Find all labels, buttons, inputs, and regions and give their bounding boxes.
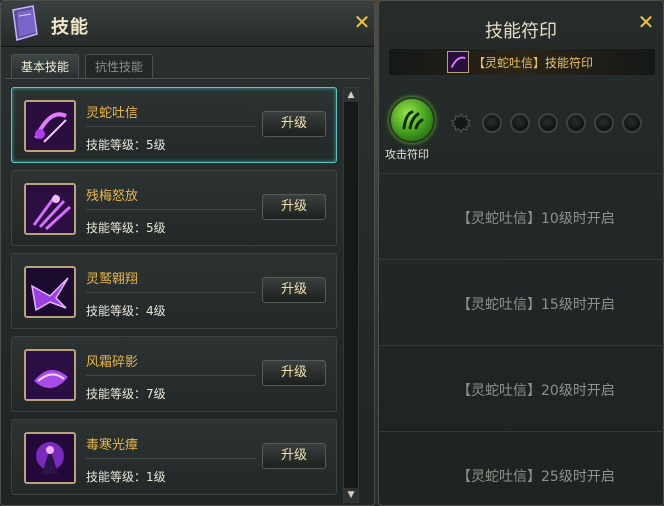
skill-name: 风霜碎影 xyxy=(86,355,139,370)
skill-panel-title: 技能 xyxy=(51,17,89,38)
skill-book-icon xyxy=(12,5,38,41)
close-icon[interactable]: ✕ xyxy=(351,11,373,33)
rune-banner-text: 【灵蛇吐信】技能符印 xyxy=(473,56,594,70)
upgrade-button[interactable]: 升级 xyxy=(262,194,326,220)
locked-rune-row: 【灵蛇吐信】10级时开启 xyxy=(379,173,664,259)
lock-requirement-text: 【灵蛇吐信】25级时开启 xyxy=(457,469,615,485)
skill-item[interactable]: 残梅怒放 技能等级：5级 升级 xyxy=(11,170,337,246)
skill-name: 残梅怒放 xyxy=(86,189,139,204)
skill-name: 灵鹫翱翔 xyxy=(86,272,139,287)
skill-level: 技能等级：5级 xyxy=(86,221,166,235)
skill-panel-header: 技能 ✕ xyxy=(1,1,374,47)
rune-slot-empty[interactable] xyxy=(510,113,530,133)
skill-divider xyxy=(86,375,256,376)
lock-requirement-text: 【灵蛇吐信】10级时开启 xyxy=(457,211,615,227)
close-icon[interactable]: ✕ xyxy=(635,11,657,33)
rune-glyph-icon xyxy=(402,110,424,130)
rune-slot-empty[interactable] xyxy=(482,113,502,133)
skill-name: 灵蛇吐信 xyxy=(86,106,139,121)
tab-basic-skills[interactable]: 基本技能 xyxy=(11,54,79,78)
rune-slot-empty[interactable] xyxy=(538,113,558,133)
gear-icon[interactable] xyxy=(451,113,471,133)
locked-rune-row: 【灵蛇吐信】20级时开启 xyxy=(379,345,664,431)
lock-requirement-text: 【灵蛇吐信】20级时开启 xyxy=(457,383,615,399)
upgrade-button[interactable]: 升级 xyxy=(262,443,326,469)
skill-level: 技能等级：7级 xyxy=(86,387,166,401)
skill-panel: 技能 ✕ 基本技能 抗性技能 灵蛇吐信 技能等级：5级 升级 残梅怒放 技能等级… xyxy=(0,0,375,506)
scroll-up-icon[interactable]: ▲ xyxy=(344,88,358,102)
skill-divider xyxy=(86,126,256,127)
snake-strike-skill-icon xyxy=(24,100,76,152)
rune-banner: 【灵蛇吐信】技能符印 xyxy=(389,49,655,75)
attack-rune-slot[interactable] xyxy=(389,97,435,143)
scroll-down-icon[interactable]: ▼ xyxy=(344,488,358,502)
skill-name: 毒寒光瘴 xyxy=(86,438,139,453)
skill-item[interactable]: 毒寒光瘴 技能等级：1级 升级 xyxy=(11,419,337,495)
skill-list-scrollbar[interactable]: ▲ ▼ xyxy=(343,87,359,503)
skill-rune-panel: 技能符印 ✕ 【灵蛇吐信】技能符印 攻击符印 【灵蛇吐信】10级时开启 【灵蛇吐… xyxy=(378,0,664,506)
rune-slot-empty[interactable] xyxy=(594,113,614,133)
upgrade-button[interactable]: 升级 xyxy=(262,277,326,303)
skill-item[interactable]: 风霜碎影 技能等级：7级 升级 xyxy=(11,336,337,412)
rune-slot-empty[interactable] xyxy=(622,113,642,133)
skill-divider xyxy=(86,292,256,293)
rune-panel-title: 技能符印 xyxy=(485,21,557,42)
upgrade-button[interactable]: 升级 xyxy=(262,111,326,137)
upgrade-button[interactable]: 升级 xyxy=(262,360,326,386)
skill-item[interactable]: 灵鹫翱翔 技能等级：4级 升级 xyxy=(11,253,337,329)
locked-rune-row: 【灵蛇吐信】15级时开启 xyxy=(379,259,664,345)
tab-divider xyxy=(5,78,370,79)
frost-shadow-skill-icon xyxy=(24,349,76,401)
skill-level: 技能等级：1级 xyxy=(86,470,166,484)
rune-slot-empty[interactable] xyxy=(566,113,586,133)
locked-rune-row: 【灵蛇吐信】25级时开启 xyxy=(379,431,664,506)
skill-level: 技能等级：5级 xyxy=(86,138,166,152)
skill-divider xyxy=(86,209,256,210)
snake-strike-skill-icon xyxy=(447,51,469,73)
attack-rune-label: 攻击符印 xyxy=(385,148,429,161)
skill-divider xyxy=(86,458,256,459)
eagle-soar-skill-icon xyxy=(24,266,76,318)
skill-item[interactable]: 灵蛇吐信 技能等级：5级 升级 xyxy=(11,87,337,163)
skill-list: 灵蛇吐信 技能等级：5级 升级 残梅怒放 技能等级：5级 升级 灵鹫翱翔 技能等… xyxy=(11,85,339,505)
poison-miasma-skill-icon xyxy=(24,432,76,484)
lock-requirement-text: 【灵蛇吐信】15级时开启 xyxy=(457,297,615,313)
plum-burst-skill-icon xyxy=(24,183,76,235)
skill-level: 技能等级：4级 xyxy=(86,304,166,318)
tab-resistance-skills[interactable]: 抗性技能 xyxy=(85,54,153,78)
